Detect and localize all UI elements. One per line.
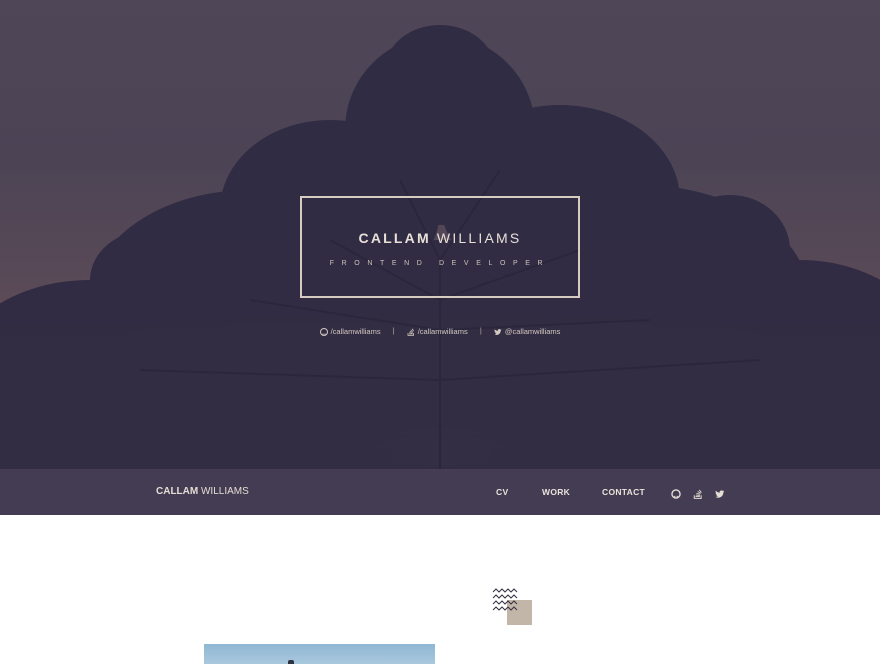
social-link-stackoverflow[interactable]: /callamwilliams — [407, 327, 468, 336]
hero-social-links: /callamwilliams | /callamwilliams | @cal… — [0, 326, 880, 336]
navbar: CALLAM WILLIAMS CV WORK CONTACT — [0, 469, 880, 515]
social-link-github[interactable]: /callamwilliams — [319, 326, 381, 336]
navbar-brand[interactable]: CALLAM WILLIAMS — [156, 486, 249, 497]
social-label-github: /callamwilliams — [330, 326, 381, 336]
github-icon — [319, 327, 328, 336]
hero-banner: CALLAM WILLIAMS FRONTEND DEVELOPER /call… — [0, 0, 880, 469]
nav-link-contact[interactable]: CONTACT — [602, 487, 645, 497]
brand-first-name: CALLAM — [156, 486, 199, 497]
zigzag-decoration-icon — [492, 588, 532, 625]
social-link-twitter[interactable]: @callamwilliams — [494, 326, 561, 336]
social-label-twitter: @callamwilliams — [504, 326, 561, 336]
title-box: CALLAM WILLIAMS FRONTEND DEVELOPER — [300, 196, 580, 298]
social-separator: | — [392, 326, 395, 335]
twitter-icon — [494, 328, 502, 335]
main-content — [0, 515, 880, 664]
hero-subtitle: FRONTEND DEVELOPER — [329, 260, 551, 267]
project-photo[interactable] — [204, 644, 435, 664]
brand-last-name: WILLIAMS — [198, 486, 249, 497]
social-separator: | — [479, 326, 482, 335]
nav-link-cv[interactable]: CV — [496, 487, 508, 497]
github-icon[interactable] — [671, 486, 681, 499]
stackoverflow-icon[interactable] — [693, 486, 703, 499]
hero-title: CALLAM WILLIAMS — [302, 230, 578, 246]
twitter-icon[interactable] — [715, 486, 725, 498]
hero-first-name: CALLAM — [358, 230, 431, 246]
stackoverflow-icon — [407, 328, 414, 336]
nav-link-work[interactable]: WORK — [542, 487, 570, 497]
photo-figure — [288, 660, 294, 664]
hero-last-name: WILLIAMS — [430, 230, 522, 246]
social-label-stackoverflow: /callamwilliams — [417, 326, 468, 336]
